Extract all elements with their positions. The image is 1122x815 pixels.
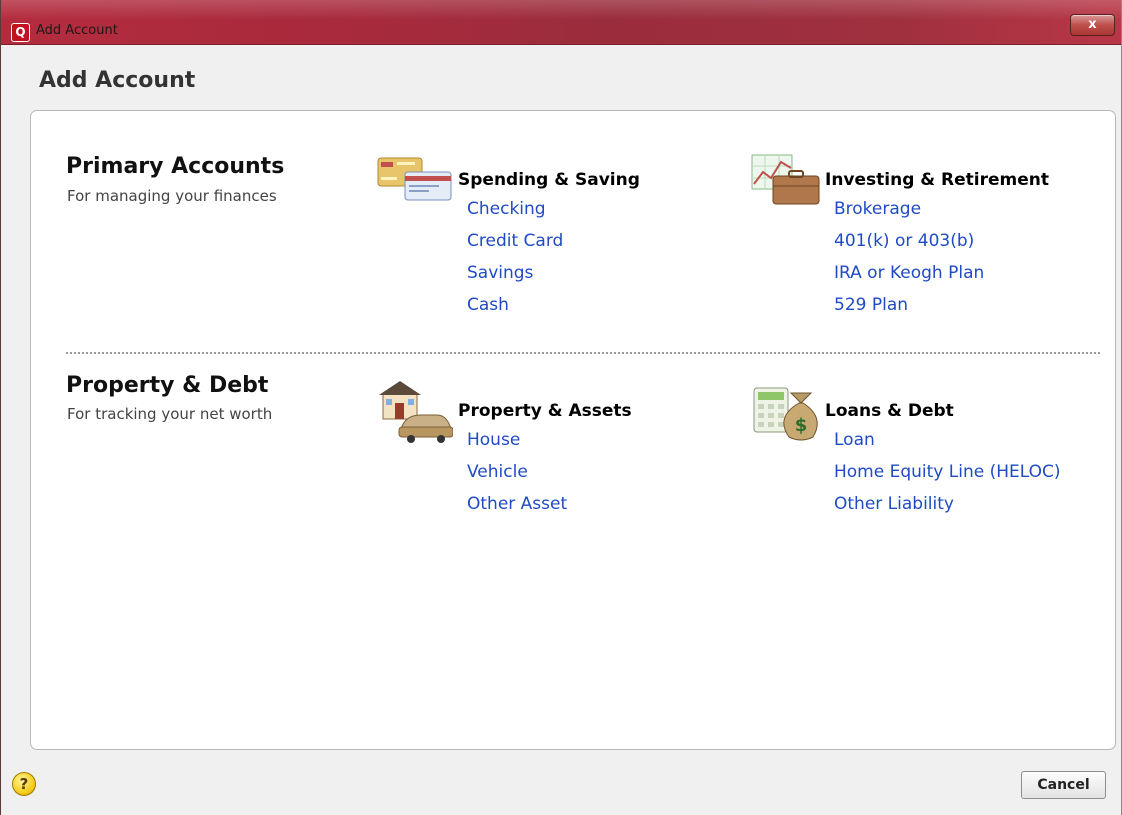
quicken-app-icon: Q <box>11 23 30 42</box>
account-types-panel: Primary Accounts For managing your finan… <box>30 110 1116 750</box>
other-asset-link[interactable]: Other Asset <box>467 494 567 526</box>
brokerage-link[interactable]: Brokerage <box>834 199 984 231</box>
primary-accounts-title: Primary Accounts <box>66 154 285 179</box>
house-link[interactable]: House <box>467 430 567 462</box>
credit-cards-icon <box>377 157 453 207</box>
spending-saving-title: Spending & Saving <box>458 170 640 190</box>
other-liability-link[interactable]: Other Liability <box>834 494 1061 526</box>
credit-card-link[interactable]: Credit Card <box>467 231 563 263</box>
529-plan-link[interactable]: 529 Plan <box>834 295 984 327</box>
window-title: Add Account <box>36 23 118 38</box>
help-icon[interactable]: ? <box>12 772 36 796</box>
property-assets-title: Property & Assets <box>458 401 632 421</box>
loans-debt-links: Loan Home Equity Line (HELOC) Other Liab… <box>834 430 1061 526</box>
investing-retirement-links: Brokerage 401(k) or 403(b) IRA or Keogh … <box>834 199 984 327</box>
investing-retirement-title: Investing & Retirement <box>825 170 1050 190</box>
loan-link[interactable]: Loan <box>834 430 1061 462</box>
loans-debt-title: Loans & Debt <box>825 401 954 421</box>
close-button[interactable]: x <box>1070 14 1115 36</box>
svg-text:$: $ <box>795 415 808 436</box>
vehicle-link[interactable]: Vehicle <box>467 462 567 494</box>
calculator-moneybag-icon: $ <box>753 387 819 447</box>
title-bar-sheen <box>1 0 1121 20</box>
primary-accounts-subtitle: For managing your finances <box>67 187 277 205</box>
cancel-button[interactable]: Cancel <box>1021 771 1106 799</box>
savings-link[interactable]: Savings <box>467 263 563 295</box>
add-account-window: Q Add Account x Add Account Primary Acco… <box>0 0 1122 815</box>
portfolio-chart-icon <box>751 154 823 210</box>
ira-keogh-link[interactable]: IRA or Keogh Plan <box>834 263 984 295</box>
property-debt-subtitle: For tracking your net worth <box>67 405 273 423</box>
401k-403b-link[interactable]: 401(k) or 403(b) <box>834 231 984 263</box>
checking-link[interactable]: Checking <box>467 199 563 231</box>
spending-saving-links: Checking Credit Card Savings Cash <box>467 199 563 327</box>
section-divider <box>66 352 1100 354</box>
heloc-link[interactable]: Home Equity Line (HELOC) <box>834 462 1061 494</box>
house-car-icon <box>377 381 454 447</box>
dialog-heading: Add Account <box>39 68 196 93</box>
property-assets-links: House Vehicle Other Asset <box>467 430 567 526</box>
title-bar[interactable]: Q Add Account x <box>1 0 1121 45</box>
property-debt-title: Property & Debt <box>66 373 269 398</box>
cash-link[interactable]: Cash <box>467 295 563 327</box>
